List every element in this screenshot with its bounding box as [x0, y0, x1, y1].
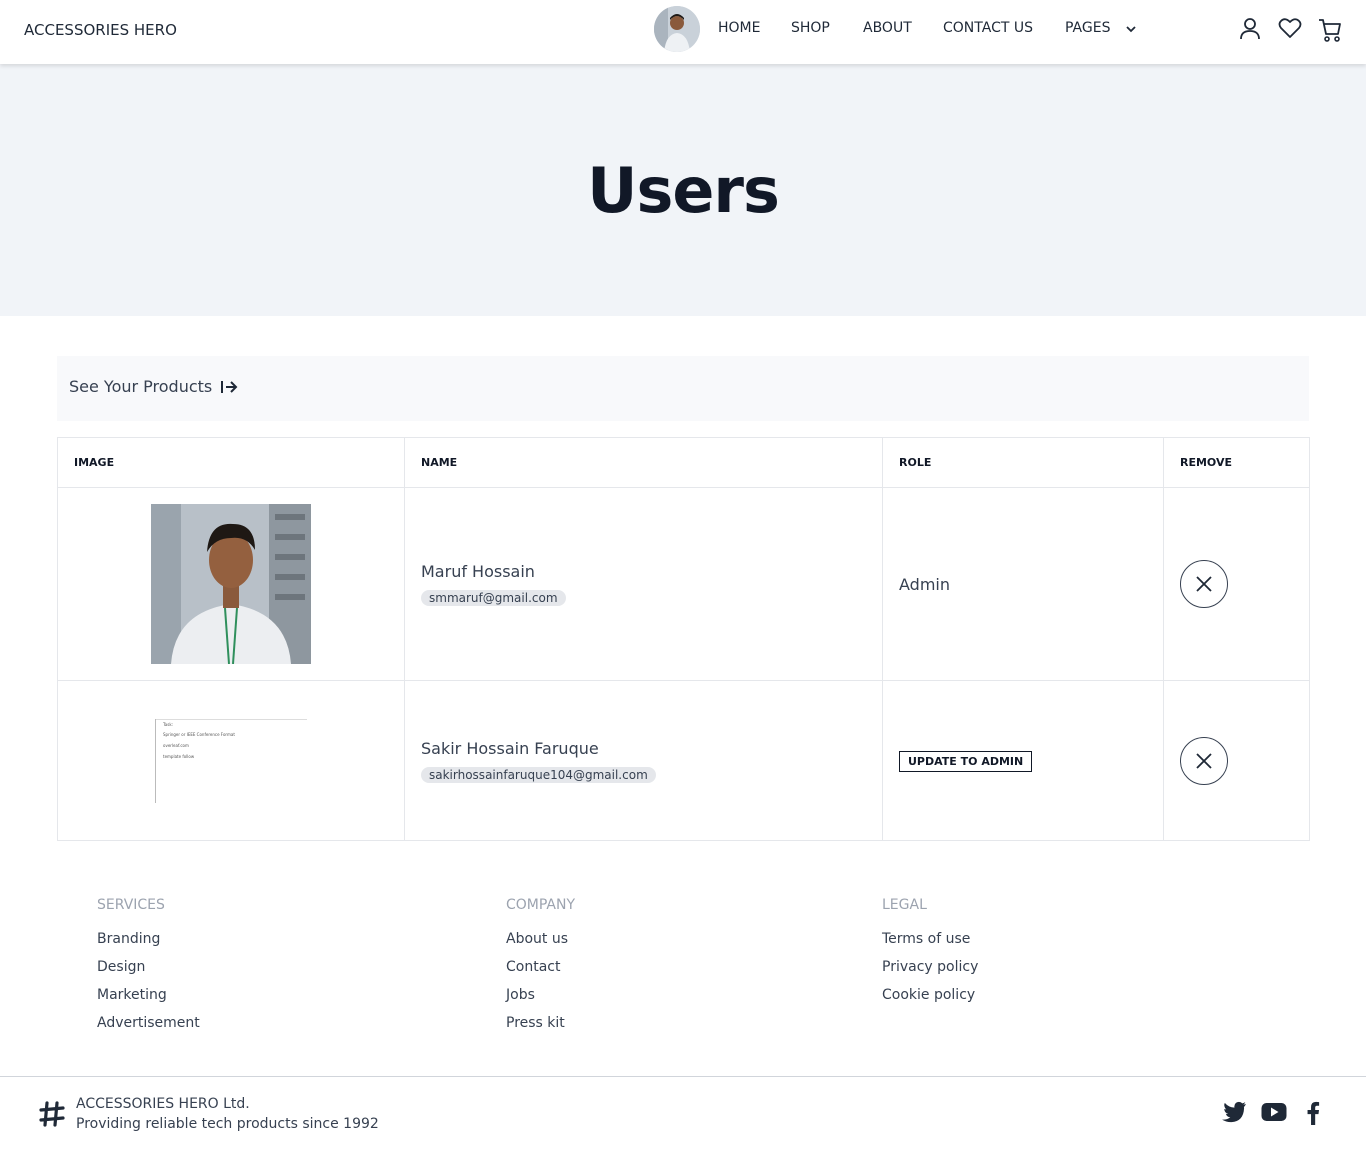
- footer-bottom: ACCESSORIES HERO Ltd. Providing reliable…: [38, 1094, 379, 1134]
- footer-company: COMPANY About us Contact Jobs Press kit: [506, 897, 575, 1042]
- doc-text: Task:: [163, 721, 173, 727]
- user-photo: Task: Springer or IEEE Conference Format…: [155, 718, 307, 803]
- heart-icon[interactable]: [1278, 17, 1302, 39]
- user-email: smmaruf@gmail.com: [421, 590, 566, 606]
- footer-link-contact[interactable]: Contact: [506, 958, 575, 986]
- brand-logo[interactable]: ACCESSORIES HERO: [24, 21, 177, 39]
- navbar: ACCESSORIES HERO HOME SHOP ABOUT CONTACT…: [0, 0, 1366, 64]
- role-label: Admin: [899, 574, 950, 594]
- user-image-cell: [57, 487, 405, 681]
- arrow-right-icon: [221, 380, 238, 393]
- col-image-header: IMAGE: [57, 437, 405, 488]
- footer-company-title: COMPANY: [506, 897, 576, 913]
- user-image-cell: Task: Springer or IEEE Conference Format…: [57, 680, 405, 841]
- footer-link-about-us[interactable]: About us: [506, 930, 575, 958]
- users-table: IMAGE NAME ROLE REMOVE Maruf Hossain smm…: [57, 437, 1310, 841]
- youtube-icon[interactable]: [1261, 1101, 1287, 1123]
- footer-link-cookie[interactable]: Cookie policy: [882, 986, 978, 1014]
- doc-margin-line: [155, 718, 156, 803]
- page-title: Users: [587, 154, 780, 227]
- nav-pages[interactable]: PAGES: [1065, 20, 1110, 36]
- nav-home[interactable]: HOME: [718, 20, 760, 36]
- logo-icon: [39, 1101, 65, 1127]
- close-icon: [1196, 576, 1212, 592]
- col-name-header: NAME: [404, 437, 883, 488]
- nav-shop[interactable]: SHOP: [791, 20, 830, 36]
- remove-cell: [1163, 680, 1310, 841]
- col-role-header: ROLE: [882, 437, 1164, 488]
- nav-about[interactable]: ABOUT: [863, 20, 912, 36]
- footer-link-design[interactable]: Design: [97, 958, 200, 986]
- page-header: Users: [0, 64, 1366, 316]
- products-link-bar: See Your Products: [57, 356, 1309, 421]
- footer-link-jobs[interactable]: Jobs: [506, 986, 575, 1014]
- user-role-cell: UPDATE TO ADMIN: [882, 680, 1164, 841]
- user-email: sakirhossainfaruque104@gmail.com: [421, 766, 656, 783]
- table-row: Task: Springer or IEEE Conference Format…: [57, 680, 1310, 841]
- footer-link-terms[interactable]: Terms of use: [882, 930, 978, 958]
- footer-link-advertisement[interactable]: Advertisement: [97, 1014, 200, 1042]
- footer-tagline: Providing reliable tech products since 1…: [76, 1116, 379, 1132]
- user-icon[interactable]: [1239, 17, 1261, 41]
- close-icon: [1196, 752, 1212, 769]
- table-header-row: IMAGE NAME ROLE REMOVE: [57, 437, 1310, 488]
- footer-services: SERVICES Branding Design Marketing Adver…: [97, 897, 200, 1042]
- doc-text: overleaf.com: [163, 742, 189, 748]
- doc-text: template follow: [163, 753, 195, 759]
- avatar[interactable]: [654, 6, 700, 52]
- user-name: Sakir Hossain Faruque: [421, 738, 599, 758]
- remove-cell: [1163, 487, 1310, 681]
- doc-text: Springer or IEEE Conference Format: [163, 731, 235, 737]
- footer-company-name: ACCESSORIES HERO Ltd.: [76, 1096, 250, 1112]
- remove-user-button[interactable]: [1180, 560, 1228, 608]
- footer-legal-title: LEGAL: [882, 897, 927, 913]
- doc-line-divider: [155, 718, 307, 720]
- table-row: Maruf Hossain smmaruf@gmail.com Admin: [57, 487, 1310, 681]
- nav-contact-us[interactable]: CONTACT US: [943, 20, 1033, 36]
- chevron-down-icon[interactable]: [1125, 24, 1137, 34]
- footer-link-press-kit[interactable]: Press kit: [506, 1014, 575, 1042]
- facebook-icon[interactable]: [1306, 1101, 1320, 1125]
- see-products-label: See Your Products: [69, 377, 213, 396]
- see-products-link[interactable]: See Your Products: [69, 377, 238, 396]
- update-to-admin-button[interactable]: UPDATE TO ADMIN: [899, 750, 1033, 772]
- user-role-cell: Admin: [882, 487, 1164, 681]
- footer-link-branding[interactable]: Branding: [97, 930, 200, 958]
- user-name-cell: Maruf Hossain smmaruf@gmail.com: [404, 487, 883, 681]
- user-name: Maruf Hossain: [421, 562, 535, 581]
- footer-divider: [0, 1076, 1366, 1077]
- user-photo: [151, 504, 311, 664]
- twitter-icon[interactable]: [1221, 1101, 1247, 1123]
- footer-link-privacy[interactable]: Privacy policy: [882, 958, 978, 986]
- col-remove-header: REMOVE: [1163, 437, 1310, 488]
- remove-user-button[interactable]: [1180, 736, 1228, 785]
- user-name-cell: Sakir Hossain Faruque sakirhossainfaruqu…: [404, 680, 883, 841]
- footer-legal: LEGAL Terms of use Privacy policy Cookie…: [882, 897, 978, 1014]
- cart-icon[interactable]: [1317, 17, 1343, 43]
- footer-link-marketing[interactable]: Marketing: [97, 986, 200, 1014]
- footer-services-title: SERVICES: [97, 897, 165, 913]
